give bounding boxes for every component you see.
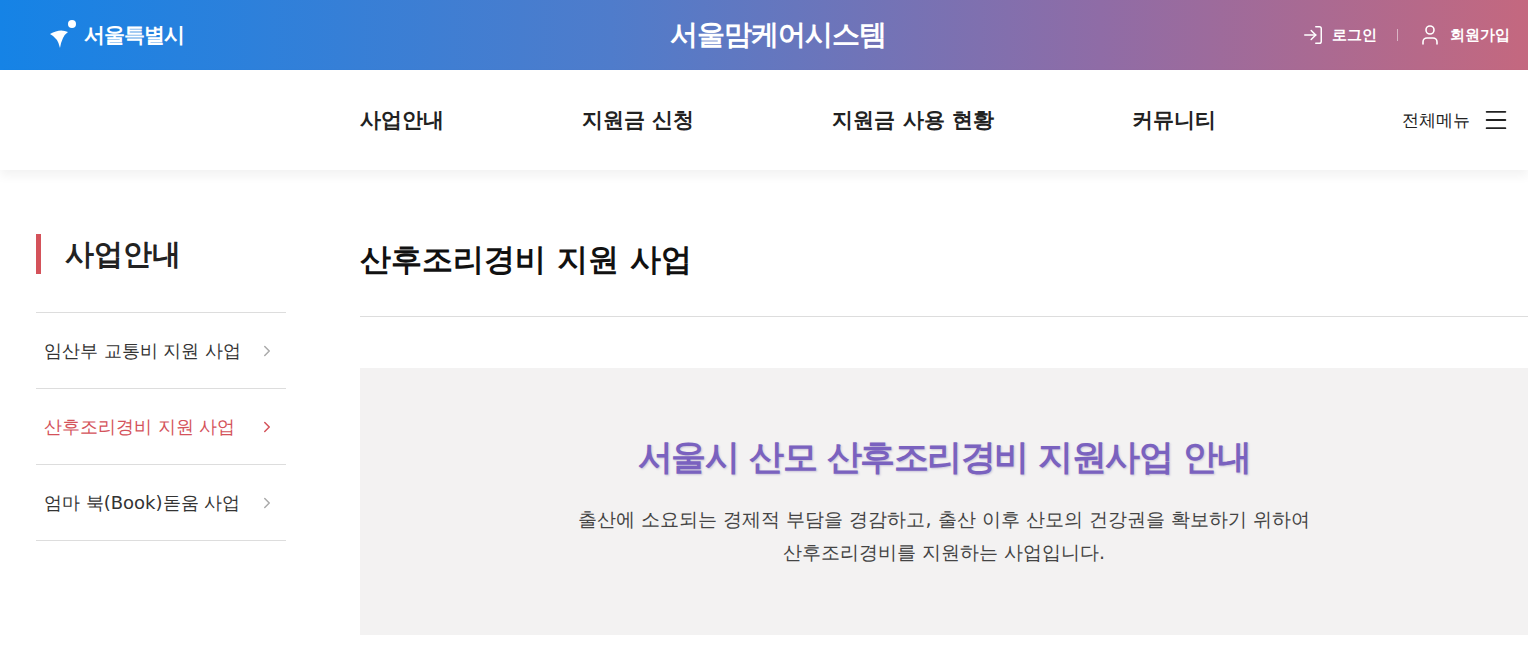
info-banner: 서울시 산모 산후조리경비 지원사업 안내출산에 소요되는 경제적 부담을 경감… — [360, 368, 1528, 635]
main-content: 산후조리경비 지원 사업서울시 산모 산후조리경비 지원사업 안내출산에 소요되… — [360, 234, 1528, 635]
nav-item[interactable]: 커뮤니티 — [1132, 106, 1216, 134]
nav-item[interactable]: 지원금 사용 현황 — [832, 106, 994, 134]
chevron-right-icon — [258, 342, 276, 360]
sidebar-list: 임산부 교통비 지원 사업산후조리경비 지원 사업엄마 북(Book)돋움 사업 — [36, 312, 286, 541]
sidebar-title: 사업안내 — [36, 234, 286, 274]
banner-title: 서울시 산모 산후조리경비 지원사업 안내 — [638, 434, 1250, 481]
seoul-logo-icon — [46, 18, 80, 52]
all-menu-button[interactable]: 전체메뉴 — [1402, 106, 1510, 134]
chevron-right-icon — [258, 494, 276, 512]
sidebar-item[interactable]: 산후조리경비 지원 사업 — [36, 389, 286, 465]
user-icon — [1418, 23, 1442, 47]
header-links: 로그인 회원가입 — [886, 23, 1510, 47]
link-separator — [1397, 29, 1398, 41]
main-nav: 사업안내 지원금 신청 지원금 사용 현황 커뮤니티 전체메뉴 — [0, 70, 1528, 170]
nav-item[interactable]: 사업안내 — [360, 106, 444, 134]
sidebar: 사업안내임산부 교통비 지원 사업산후조리경비 지원 사업엄마 북(Book)돋… — [36, 234, 286, 635]
site-title[interactable]: 서울맘케어시스템 — [670, 16, 886, 54]
sidebar-item[interactable]: 임산부 교통비 지원 사업 — [36, 313, 286, 389]
banner-description: 출산에 소요되는 경제적 부담을 경감하고, 출산 이후 산모의 건강권을 확보… — [578, 503, 1309, 569]
nav-item[interactable]: 지원금 신청 — [582, 106, 694, 134]
chevron-right-icon — [258, 418, 276, 436]
top-header: 서울특별시서울맘케어시스템 로그인 회원가입 — [0, 0, 1528, 70]
join-link[interactable]: 회원가입 — [1418, 23, 1510, 47]
login-link[interactable]: 로그인 — [1302, 24, 1377, 46]
login-icon — [1302, 24, 1324, 46]
page-title: 산후조리경비 지원 사업 — [360, 234, 1528, 317]
hamburger-icon — [1482, 106, 1510, 134]
sidebar-item[interactable]: 엄마 북(Book)돋움 사업 — [36, 465, 286, 541]
seoul-logo[interactable]: 서울특별시 — [46, 18, 670, 52]
